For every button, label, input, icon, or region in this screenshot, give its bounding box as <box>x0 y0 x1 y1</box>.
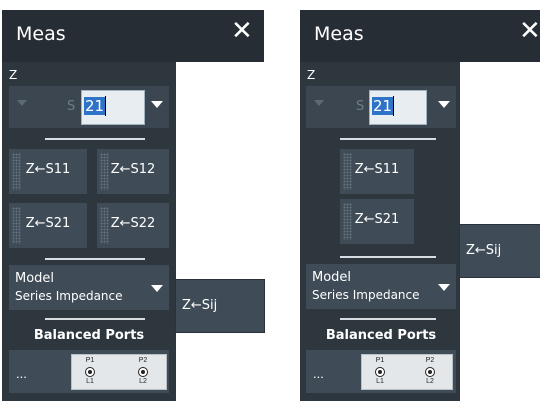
more-button[interactable]: ... <box>16 366 27 381</box>
z-s11-button[interactable]: Z←S11 <box>340 149 414 194</box>
more-button[interactable]: ... <box>313 366 324 381</box>
model-label: Model <box>312 270 352 285</box>
disabled-arrow-icon <box>314 100 324 106</box>
separator <box>340 138 436 140</box>
model-value: Series Impedance <box>15 289 123 303</box>
z-s21-button[interactable]: Z←S21 <box>9 203 87 248</box>
balanced-ports-button[interactable]: ... P1 L1 P2 L2 <box>306 350 456 393</box>
close-icon[interactable]: ✕ <box>231 16 253 46</box>
button-label: Z←S21 <box>354 212 400 227</box>
separator <box>45 258 145 260</box>
z-s12-button[interactable]: Z←S12 <box>97 149 169 194</box>
port-dot <box>378 370 382 374</box>
text-caret <box>393 96 394 116</box>
titlebar: Meas ✕ <box>300 10 540 62</box>
button-label: Z←S21 <box>25 216 71 231</box>
port-diagram: P1 L1 P2 L2 <box>71 354 167 390</box>
port-label: P2 <box>138 357 148 364</box>
balanced-ports-label: Balanced Ports <box>33 328 145 343</box>
panel-title: Meas <box>16 23 66 45</box>
balanced-ports-label: Balanced Ports <box>325 328 437 343</box>
separator <box>45 138 145 140</box>
model-label: Model <box>15 271 55 286</box>
separator <box>340 318 436 320</box>
s-index-input[interactable]: 21 <box>81 90 145 125</box>
button-label: Z←Sij <box>466 243 502 258</box>
s-index-value: 21 <box>84 97 106 115</box>
separator <box>45 318 145 320</box>
port-dot <box>428 370 432 374</box>
model-dropdown[interactable]: Model Series Impedance <box>9 265 169 310</box>
z-sij-button[interactable]: Z←Sij <box>459 224 540 278</box>
z-s11-button[interactable]: Z←S11 <box>9 149 87 194</box>
z-sij-button[interactable]: Z←Sij <box>175 279 265 333</box>
disabled-arrow-icon <box>17 100 27 106</box>
button-label: Z←S11 <box>354 162 400 177</box>
chevron-down-icon <box>438 284 450 291</box>
chevron-down-icon <box>151 285 163 292</box>
line-label: L2 <box>139 378 147 385</box>
text-caret <box>105 96 106 116</box>
s-parameter-combo[interactable]: S 21 <box>306 86 456 128</box>
port-label: P2 <box>425 357 435 364</box>
separator <box>340 256 436 258</box>
s-parameter-combo[interactable]: S 21 <box>9 86 169 128</box>
close-icon[interactable]: ✕ <box>519 16 540 46</box>
s-index-value: 21 <box>372 97 394 115</box>
s-letter: S <box>67 99 76 114</box>
panel-title: Meas <box>314 23 364 45</box>
button-label: Z←S22 <box>110 216 156 231</box>
line-label: L1 <box>376 378 384 385</box>
button-label: Z←S12 <box>110 162 156 177</box>
port-diagram: P1 L1 P2 L2 <box>361 354 453 390</box>
port-dot <box>88 370 92 374</box>
port-dot <box>141 370 145 374</box>
button-label: Z←S11 <box>25 162 71 177</box>
chevron-down-icon[interactable] <box>151 101 163 108</box>
button-label: Z←Sij <box>182 298 218 313</box>
model-value: Series Impedance <box>312 288 420 302</box>
line-label: L2 <box>426 378 434 385</box>
port-label: P1 <box>85 357 95 364</box>
model-dropdown[interactable]: Model Series Impedance <box>306 264 456 309</box>
chevron-down-icon[interactable] <box>438 101 450 108</box>
line-label: L1 <box>86 378 94 385</box>
z-s21-button[interactable]: Z←S21 <box>340 199 414 244</box>
titlebar: Meas ✕ <box>2 10 264 62</box>
port-label: P1 <box>375 357 385 364</box>
z-s22-button[interactable]: Z←S22 <box>97 203 169 248</box>
s-index-input[interactable]: 21 <box>369 90 427 125</box>
s-letter: S <box>356 99 365 114</box>
balanced-ports-button[interactable]: ... P1 L1 P2 L2 <box>9 350 169 393</box>
